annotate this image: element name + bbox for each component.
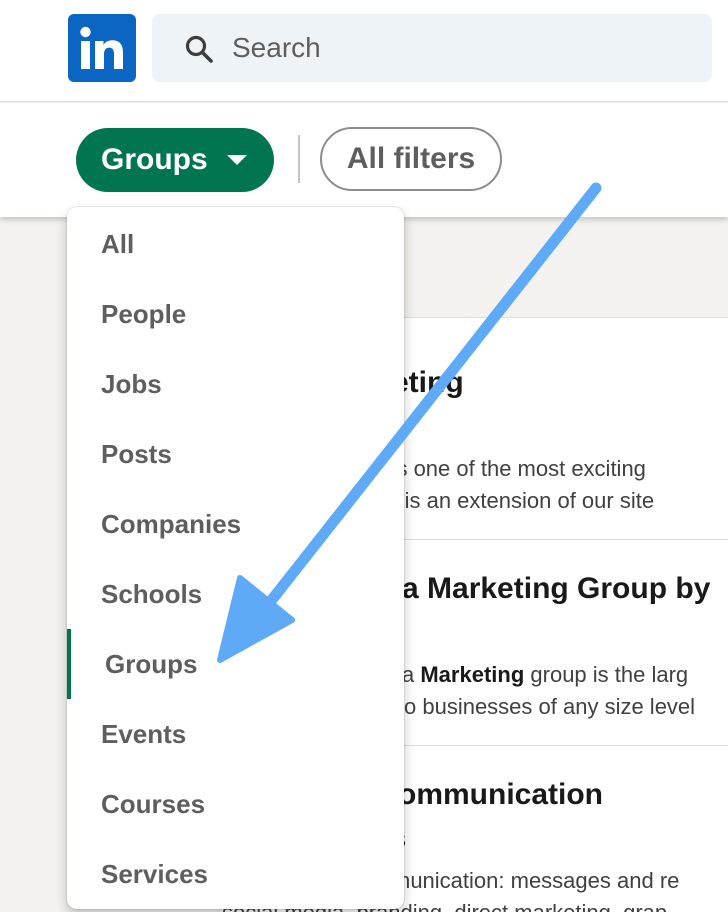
- menu-item-label: Courses: [101, 788, 206, 819]
- linkedin-logo[interactable]: [68, 14, 136, 82]
- menu-item-label: People: [101, 298, 187, 329]
- result-snippet-line: o businesses of any size level: [404, 694, 696, 719]
- filter-divider: [298, 135, 300, 183]
- result-snippet-line: nd is an extension of our site: [374, 488, 655, 513]
- menu-item-label: Events: [101, 718, 187, 749]
- result-snippet-text: is one of the most exciting: [385, 456, 646, 481]
- menu-item-services[interactable]: Services: [67, 839, 404, 909]
- menu-item-companies[interactable]: Companies: [67, 489, 404, 559]
- menu-item-label: Services: [101, 858, 208, 889]
- result-snippet-line: a Marketing group is the larg: [402, 662, 688, 688]
- menu-item-schools[interactable]: Schools: [67, 559, 404, 629]
- result-snippet-line: munication: messages and re: [392, 868, 680, 893]
- menu-item-label: Schools: [101, 578, 203, 609]
- linkedin-logo-mark: [80, 26, 123, 69]
- menu-item-label: Groups: [105, 648, 198, 679]
- search-bar[interactable]: [152, 14, 712, 82]
- menu-item-events[interactable]: Events: [67, 699, 404, 769]
- menu-item-groups[interactable]: Groups: [67, 629, 404, 699]
- result-snippet-line: g is one of the most exciting: [372, 456, 646, 482]
- groups-filter-label: Groups: [101, 143, 208, 176]
- search-input[interactable]: [232, 14, 702, 82]
- search-icon: [185, 35, 213, 63]
- filter-bar: Groups All filters: [0, 103, 728, 217]
- caret-down-icon: [227, 155, 247, 165]
- menu-item-posts[interactable]: Posts: [67, 419, 404, 489]
- top-nav: [0, 0, 728, 102]
- menu-item-label: Posts: [101, 438, 172, 469]
- menu-item-courses[interactable]: Courses: [67, 769, 404, 839]
- menu-item-people[interactable]: People: [67, 279, 404, 349]
- result-type-dropdown: All People Jobs Posts Companies Schools …: [67, 207, 404, 909]
- menu-item-label: Companies: [101, 508, 242, 539]
- menu-item-all[interactable]: All: [67, 209, 404, 279]
- result-snippet-text: group is the larg: [524, 662, 689, 687]
- result-snippet-text: a: [402, 662, 421, 687]
- menu-item-label: Jobs: [101, 368, 162, 399]
- menu-item-label: All: [101, 228, 135, 259]
- menu-item-jobs[interactable]: Jobs: [67, 349, 404, 419]
- result-title[interactable]: ommunication: [398, 778, 603, 812]
- all-filters-label: All filters: [346, 142, 476, 175]
- result-snippet-highlight: Marketing: [420, 662, 525, 687]
- result-title[interactable]: a Marketing Group by: [402, 572, 710, 606]
- groups-filter-button[interactable]: Groups: [76, 128, 274, 192]
- all-filters-button[interactable]: All filters: [320, 127, 502, 191]
